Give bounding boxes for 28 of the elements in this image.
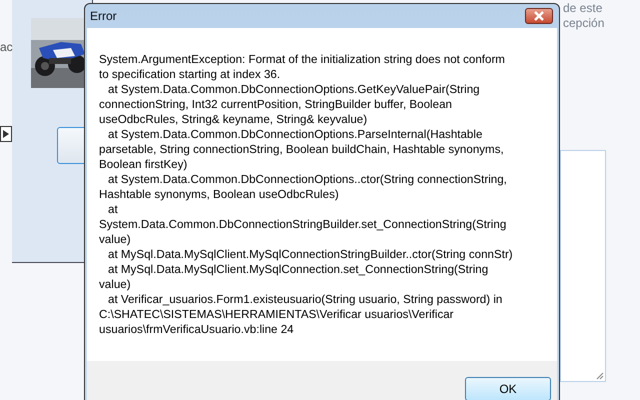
resize-grip-icon[interactable]: [596, 372, 604, 380]
page-text: cepción: [563, 16, 604, 31]
message-line: at MySql.Data.MySqlClient.MySqlConnectionStringBuilder..ctor(String connStr): [107, 247, 513, 262]
message-line: usuarios\frmVerificaUsuario.vb:line 24: [99, 322, 294, 337]
close-icon: [533, 11, 545, 21]
message-line: at Verificar_usuarios.Form1.existeusuario(String usuario, String password) in: [107, 292, 502, 307]
page-text: de este: [563, 1, 604, 16]
message-line: System.Data.Common.DbConnectionStringBuilder.set_ConnectionString(String: [99, 217, 506, 232]
message-line: Boolean firstKey): [99, 157, 188, 172]
message-line: at System.Data.Common.DbConnectionOptions.ParseInternal(Hashtable: [107, 127, 482, 142]
message-line: value): [99, 277, 131, 292]
ok-button[interactable]: OK: [465, 377, 551, 400]
message-line: at System.Data.Common.DbConnectionOptions..ctor(String connectionString,: [107, 172, 507, 187]
label-text: ac: [0, 40, 13, 54]
message-line: C:\SHATEC\SISTEMAS\HERRAMIENTAS\Verificar usuarios\Verificar: [99, 307, 454, 322]
message-line: parsetable, String connectionString, Boolean buildChain, Hashtable synonyms,: [99, 142, 504, 157]
close-button[interactable]: [525, 8, 553, 24]
message-line: value): [99, 232, 131, 247]
message-line: to specification starting at index 36.: [99, 67, 280, 82]
message-line: System.ArgumentException: Format of the initialization string does not conform: [99, 52, 505, 67]
message-line: at: [107, 202, 118, 217]
message-line: useOdbcRules, String& keyname, String& keyvalue): [99, 112, 368, 127]
dialog-title: Error: [90, 9, 117, 23]
play-icon[interactable]: [0, 126, 12, 142]
message-line: Hashtable synonyms, Boolean useOdbcRules): [99, 187, 339, 202]
message-line: at System.Data.Common.DbConnectionOptions.GetKeyValuePair(String: [107, 82, 480, 97]
message-line: at MySql.Data.MySqlClient.MySqlConnection.set_ConnectionString(String: [107, 262, 488, 277]
message-line: connectionString, Int32 currentPosition, StringBuilder buffer, Boolean: [99, 97, 452, 112]
